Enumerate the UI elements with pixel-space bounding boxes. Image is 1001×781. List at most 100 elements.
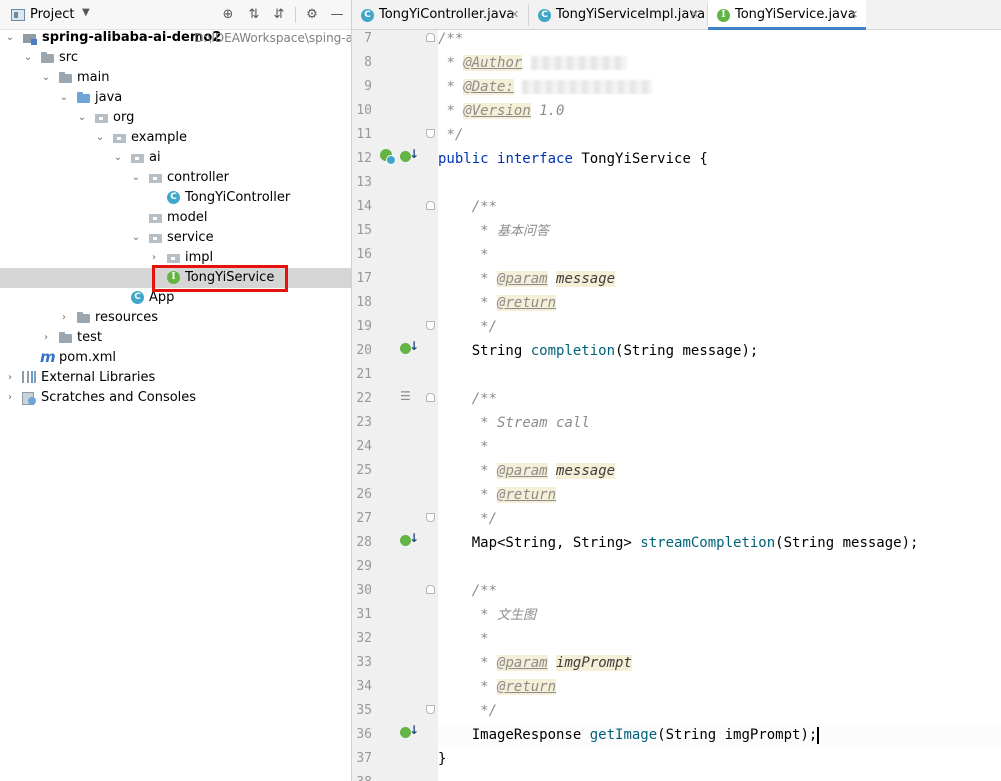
line-number: 36 xyxy=(356,727,372,742)
tree-item-label: pom.xml xyxy=(59,350,116,365)
code-line: * Stream call xyxy=(438,411,1001,435)
chevron-down-icon[interactable]: ⌄ xyxy=(40,68,52,88)
fold-icon[interactable] xyxy=(426,393,435,402)
line-number: 12 xyxy=(356,151,372,166)
expand-all-icon[interactable]: ⇅ xyxy=(245,6,263,24)
comment-token: */ xyxy=(480,319,498,335)
chevron-down-icon[interactable]: ⌄ xyxy=(22,48,34,68)
comment-token: * xyxy=(480,439,489,455)
code-line: String completion(String message); xyxy=(438,339,1001,363)
tree-item-project-root[interactable]: ⌄ spring-alibaba-ai-demo2 D:\IDEAWorkspa… xyxy=(0,28,353,48)
code-line: * @return xyxy=(438,483,1001,507)
code-area[interactable]: /** * @Author * @Date: * @Version 1.0 */… xyxy=(438,30,1001,781)
select-opened-file-icon[interactable]: ⊕ xyxy=(219,6,237,24)
comment-token: */ xyxy=(480,703,498,719)
fold-icon[interactable] xyxy=(426,513,435,522)
comment-token: /** xyxy=(438,31,464,47)
resources-folder-icon xyxy=(76,311,91,325)
tree-item-service[interactable]: ⌄ service xyxy=(0,228,351,248)
package-icon xyxy=(148,211,163,225)
code-line: */ xyxy=(438,699,1001,723)
close-icon[interactable]: ✕ xyxy=(510,0,519,30)
close-icon[interactable]: ✕ xyxy=(690,0,699,30)
comment-token: 基本问答 xyxy=(497,224,550,239)
chevron-right-icon[interactable]: › xyxy=(40,328,52,348)
args-token: (String message); xyxy=(615,343,759,359)
code-line: * @param message xyxy=(438,459,1001,483)
chevron-down-icon[interactable]: ⌄ xyxy=(94,128,106,148)
fold-icon[interactable] xyxy=(426,201,435,210)
comment-token: * xyxy=(480,631,489,647)
fold-icon[interactable] xyxy=(426,33,435,42)
folder-icon xyxy=(58,71,73,85)
tree-item-scratches[interactable]: › Scratches and Consoles xyxy=(0,388,351,408)
chevron-right-icon[interactable]: › xyxy=(4,388,16,408)
code-line: /** xyxy=(438,387,1001,411)
comment-token: 文生图 xyxy=(497,608,537,623)
fold-icon[interactable] xyxy=(426,129,435,138)
args-token: (String imgPrompt); xyxy=(657,727,818,743)
chevron-down-icon[interactable]: ⌄ xyxy=(130,168,142,188)
tree-item-tongyicontroller[interactable]: C TongYiController xyxy=(0,188,351,208)
tree-item-ai[interactable]: ⌄ ai xyxy=(0,148,351,168)
view-dropdown-icon[interactable]: ▼ xyxy=(82,7,90,18)
package-icon xyxy=(148,171,163,185)
tree-item-test[interactable]: › test xyxy=(0,328,351,348)
editor-gutter[interactable]: 7 8 9 10 11 12 13 14 15 16 17 18 19 20 2… xyxy=(352,30,438,781)
chevron-down-icon[interactable]: ⌄ xyxy=(58,88,70,108)
implemented-by-icon[interactable] xyxy=(380,149,396,165)
tree-item-pom[interactable]: m pom.xml xyxy=(0,348,351,368)
method-implementations-icon[interactable] xyxy=(400,339,419,356)
line-number: 30 xyxy=(356,583,372,598)
code-line: * 文生图 xyxy=(438,603,1001,627)
code-editor: C TongYiController.java ✕ C TongYiServic… xyxy=(352,0,1001,781)
interface-implementations-icon[interactable] xyxy=(400,147,419,164)
tree-item-org[interactable]: ⌄ org xyxy=(0,108,351,128)
tab-label: TongYiServiceImpl.java xyxy=(556,7,706,22)
method-name-token: getImage xyxy=(589,727,658,743)
chevron-down-icon[interactable]: ⌄ xyxy=(130,228,142,248)
line-number: 35 xyxy=(356,703,372,718)
tree-item-main[interactable]: ⌄ main xyxy=(0,68,351,88)
tree-item-external-libraries[interactable]: › External Libraries xyxy=(0,368,351,388)
comment-token: * xyxy=(480,247,489,263)
method-implementations-icon[interactable] xyxy=(400,723,419,740)
close-icon[interactable]: ✕ xyxy=(849,0,858,30)
line-number: 28 xyxy=(356,535,372,550)
project-view-title[interactable]: Project xyxy=(30,7,74,22)
hide-panel-icon[interactable]: — xyxy=(328,6,346,24)
code-line: * @Author xyxy=(438,51,1001,75)
tree-item-label: resources xyxy=(95,310,159,325)
tree-item-label: ai xyxy=(149,150,161,165)
method-implementations-icon[interactable] xyxy=(400,531,419,548)
code-line: * xyxy=(438,435,1001,459)
line-number: 27 xyxy=(356,511,372,526)
chevron-down-icon[interactable]: ⌄ xyxy=(112,148,124,168)
chevron-down-icon[interactable]: ⌄ xyxy=(76,108,88,128)
tree-item-resources[interactable]: › resources xyxy=(0,308,351,328)
tree-item-controller[interactable]: ⌄ controller xyxy=(0,168,351,188)
gear-icon[interactable]: ⚙ xyxy=(303,6,321,24)
fold-icon[interactable] xyxy=(426,321,435,330)
line-number: 38 xyxy=(352,771,372,781)
code-line: * 基本问答 xyxy=(438,219,1001,243)
fold-icon[interactable] xyxy=(426,705,435,714)
line-number: 7 xyxy=(364,31,372,46)
doc-render-icon[interactable]: ☰ xyxy=(400,390,414,402)
tab-tongyicontroller[interactable]: C TongYiController.java ✕ xyxy=(352,0,528,30)
tree-item-model[interactable]: model xyxy=(0,208,351,228)
chevron-down-icon[interactable]: ⌄ xyxy=(4,28,16,48)
tab-tongyiservice[interactable]: I TongYiService.java ✕ xyxy=(708,0,866,30)
chevron-right-icon[interactable]: › xyxy=(58,308,70,328)
collapse-all-icon[interactable]: ⇵ xyxy=(270,6,288,24)
line-number: 8 xyxy=(364,55,372,70)
tree-item-label: example xyxy=(131,130,187,145)
redacted-text xyxy=(522,80,653,94)
tab-tongyiserviceimpl[interactable]: C TongYiServiceImpl.java ✕ xyxy=(529,0,707,30)
tree-item-src[interactable]: ⌄ src xyxy=(0,48,351,68)
fold-icon[interactable] xyxy=(426,585,435,594)
javadoc-tag: @Date: xyxy=(463,79,514,95)
tree-item-java[interactable]: ⌄ java xyxy=(0,88,351,108)
tree-item-example[interactable]: ⌄ example xyxy=(0,128,351,148)
chevron-right-icon[interactable]: › xyxy=(4,368,16,388)
